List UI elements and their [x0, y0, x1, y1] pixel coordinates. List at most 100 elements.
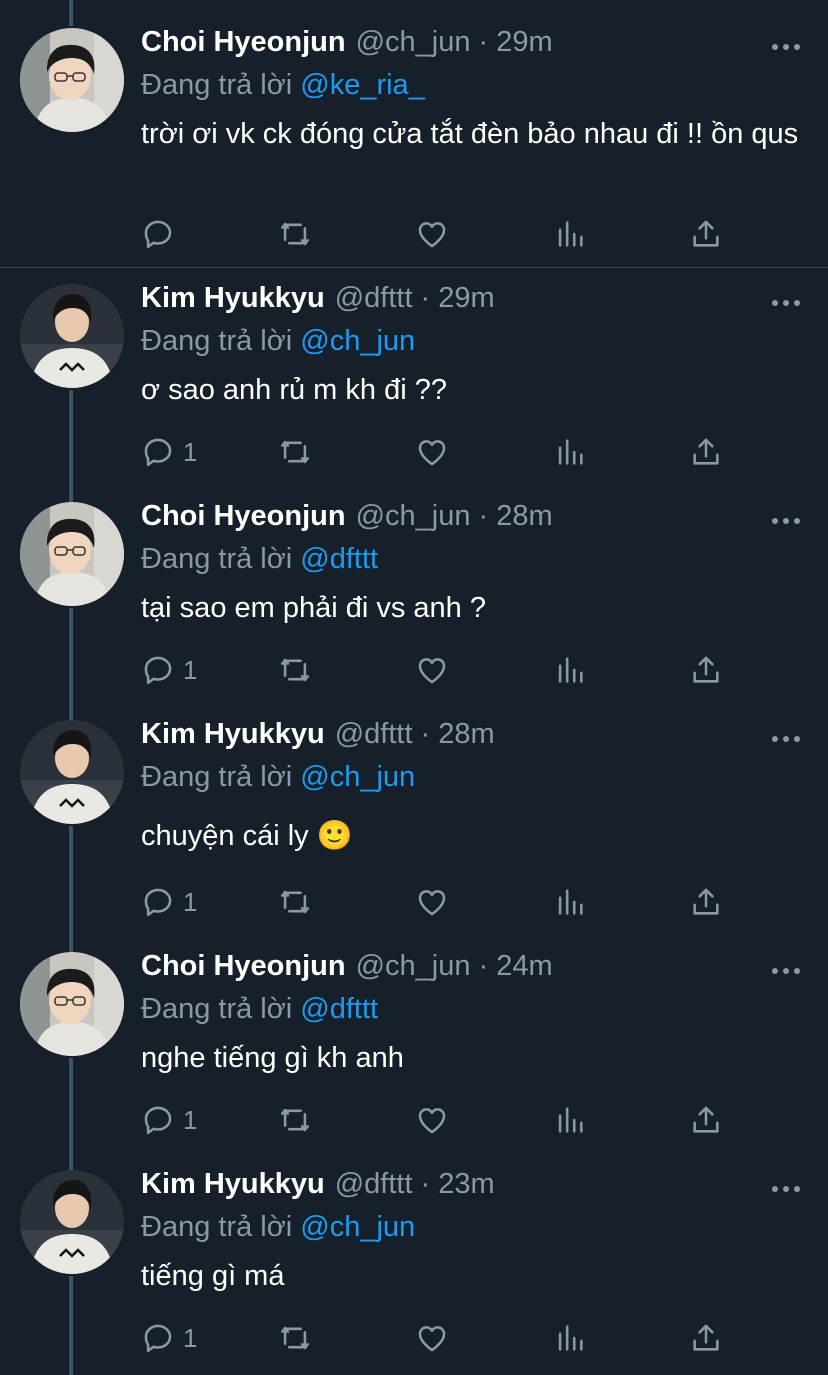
action-bar: 1 — [141, 432, 741, 472]
mention-link[interactable]: @dfttt — [300, 543, 378, 575]
reply-button[interactable]: 1 — [141, 650, 197, 690]
tweet[interactable]: Kim Hyukkyu @dfttt · 29m Đang trả lời @c… — [0, 268, 828, 486]
reply-button[interactable]: 1 — [141, 1100, 197, 1140]
timestamp[interactable]: 28m — [438, 718, 494, 751]
analytics-button[interactable] — [553, 882, 587, 922]
reply-button[interactable] — [141, 214, 183, 254]
author-name[interactable]: Choi Hyeonjun — [141, 500, 346, 533]
avatar[interactable] — [20, 284, 124, 388]
tweet[interactable]: Kim Hyukkyu @dfttt · 28m Đang trả lời @c… — [0, 704, 828, 936]
retweet-button[interactable] — [277, 1100, 313, 1140]
kim-avatar-image — [20, 720, 124, 824]
replying-to-label: Đang trả lời — [141, 1211, 293, 1243]
tweet-text: tại sao em phải đi vs anh ? — [141, 592, 486, 624]
author-handle[interactable]: @dfttt — [335, 718, 413, 751]
author-name[interactable]: Choi Hyeonjun — [141, 950, 346, 983]
avatar[interactable] — [20, 1170, 124, 1274]
retweet-button[interactable] — [277, 650, 313, 690]
avatar[interactable] — [20, 720, 124, 824]
share-button[interactable] — [689, 1100, 723, 1140]
tweet[interactable]: Kim Hyukkyu @dfttt · 23m Đang trả lời @c… — [0, 1154, 828, 1375]
retweet-button[interactable] — [277, 1318, 313, 1358]
retweet-icon — [280, 658, 310, 682]
share-button[interactable] — [689, 882, 723, 922]
mention-link[interactable]: @ke_ria_ — [300, 69, 425, 101]
reply-button[interactable]: 1 — [141, 1318, 197, 1358]
analytics-button[interactable] — [553, 214, 587, 254]
retweet-button[interactable] — [277, 432, 313, 472]
tweet[interactable]: Choi Hyeonjun @ch_jun · 28m Đang trả lời… — [0, 486, 828, 704]
replying-to-label: Đang trả lời — [141, 993, 293, 1025]
timestamp[interactable]: 29m — [496, 26, 552, 59]
author-handle[interactable]: @ch_jun — [356, 26, 471, 59]
replying-to: Đang trả lời @ke_ria_ — [141, 66, 808, 104]
reply-button[interactable]: 1 — [141, 432, 197, 472]
share-button[interactable] — [689, 214, 723, 254]
author-handle[interactable]: @dfttt — [335, 282, 413, 315]
mention-link[interactable]: @ch_jun — [300, 1211, 415, 1243]
author-handle[interactable]: @dfttt — [335, 1168, 413, 1201]
retweet-icon — [280, 1326, 310, 1350]
reply-icon — [144, 220, 172, 249]
author-handle[interactable]: @ch_jun — [356, 950, 471, 983]
author-handle[interactable]: @ch_jun — [356, 500, 471, 533]
retweet-button[interactable] — [277, 214, 313, 254]
like-button[interactable] — [415, 214, 449, 254]
share-button[interactable] — [689, 432, 723, 472]
thread-line — [69, 390, 73, 486]
analytics-button[interactable] — [553, 1100, 587, 1140]
avatar[interactable] — [20, 28, 124, 132]
timestamp[interactable]: 23m — [438, 1168, 494, 1201]
analytics-button[interactable] — [553, 432, 587, 472]
replying-to: Đang trả lời @dfttt — [141, 540, 808, 578]
author-name[interactable]: Kim Hyukkyu — [141, 718, 325, 751]
like-button[interactable] — [415, 432, 449, 472]
thread-line — [69, 1276, 73, 1375]
action-bar — [141, 214, 741, 254]
retweet-button[interactable] — [277, 882, 313, 922]
reply-button[interactable]: 1 — [141, 882, 197, 922]
analytics-icon — [558, 657, 583, 683]
like-button[interactable] — [415, 650, 449, 690]
like-icon — [418, 890, 446, 916]
share-button[interactable] — [689, 650, 723, 690]
retweet-icon — [280, 222, 310, 246]
action-bar: 1 — [141, 1100, 741, 1140]
separator-dot: · — [420, 718, 431, 750]
mention-link[interactable]: @ch_jun — [300, 761, 415, 793]
timestamp[interactable]: 28m — [496, 500, 552, 533]
retweet-icon — [280, 890, 310, 914]
separator-dot: · — [478, 950, 489, 982]
reply-icon — [144, 1324, 172, 1353]
timestamp[interactable]: 24m — [496, 950, 552, 983]
share-button[interactable] — [689, 1318, 723, 1358]
avatar[interactable] — [20, 952, 124, 1056]
analytics-button[interactable] — [553, 1318, 587, 1358]
author-name[interactable]: Kim Hyukkyu — [141, 1168, 325, 1201]
thread-line — [69, 936, 73, 952]
author-name[interactable]: Kim Hyukkyu — [141, 282, 325, 315]
tweet-text: ơ sao anh rủ m kh đi ?? — [141, 374, 447, 406]
replying-to: Đang trả lời @ch_jun — [141, 322, 808, 360]
like-button[interactable] — [415, 882, 449, 922]
reply-icon — [144, 888, 172, 917]
reply-icon — [144, 438, 172, 467]
mention-link[interactable]: @ch_jun — [300, 325, 415, 357]
like-button[interactable] — [415, 1318, 449, 1358]
replying-to-label: Đang trả lời — [141, 69, 293, 101]
reply-count: 1 — [183, 886, 198, 917]
avatar[interactable] — [20, 502, 124, 606]
mention-link[interactable]: @dfttt — [300, 993, 378, 1025]
analytics-button[interactable] — [553, 650, 587, 690]
author-name[interactable]: Choi Hyeonjun — [141, 26, 346, 59]
conversation-thread: Choi Hyeonjun @ch_jun · 29m Đang trả lời… — [0, 0, 828, 1375]
timestamp[interactable]: 29m — [438, 282, 494, 315]
tweet[interactable]: Choi Hyeonjun @ch_jun · 29m Đang trả lời… — [0, 0, 828, 268]
analytics-icon — [558, 1325, 583, 1351]
like-button[interactable] — [415, 1100, 449, 1140]
tweet[interactable]: Choi Hyeonjun @ch_jun · 24m Đang trả lời… — [0, 936, 828, 1154]
separator-dot: · — [420, 282, 431, 314]
share-icon — [693, 656, 719, 683]
action-bar: 1 — [141, 882, 741, 922]
tweet-text: nghe tiếng gì kh anh — [141, 1042, 404, 1074]
